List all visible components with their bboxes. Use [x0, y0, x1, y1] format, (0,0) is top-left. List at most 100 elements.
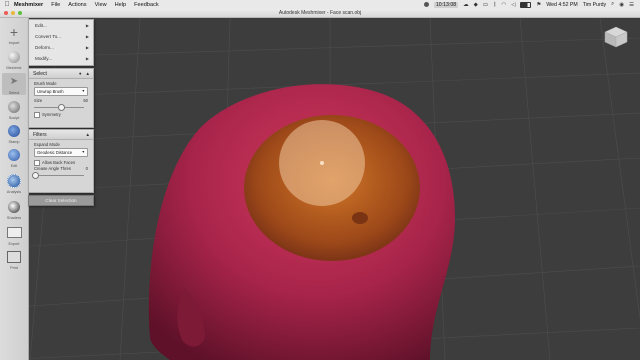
- tool-select[interactable]: ➤ Select: [2, 73, 26, 95]
- tool-shaders[interactable]: Shaders: [2, 198, 26, 220]
- symmetry-checkbox[interactable]: Symmetry: [29, 111, 93, 118]
- tool-export[interactable]: Export: [2, 224, 26, 246]
- 3d-viewport[interactable]: [0, 18, 640, 360]
- sphere-icon: [6, 48, 23, 65]
- tool-sidebar: + Import Meshmix ➤ Select Sculpt Stamp E…: [0, 18, 29, 360]
- symmetry-checkbox-box[interactable]: [34, 111, 40, 118]
- tool-edit[interactable]: Edit: [2, 146, 26, 168]
- menu-file[interactable]: File: [51, 2, 60, 8]
- datetime[interactable]: Wed 4:52 PM: [546, 2, 577, 8]
- scene-svg[interactable]: [0, 18, 640, 360]
- allow-back-faces-checkbox[interactable]: Allow Back Faces: [29, 159, 93, 166]
- filters-panel-title: Filters: [33, 131, 47, 138]
- tool-stamp-label: Stamp: [8, 140, 20, 144]
- tool-edit-label: Edit: [10, 164, 18, 168]
- tool-stamp[interactable]: Stamp: [2, 122, 26, 144]
- tool-select-label: Select: [8, 91, 20, 95]
- tool-analysis[interactable]: Analysis: [2, 172, 26, 194]
- brush-mode-value: Unwrap Brush: [37, 89, 64, 94]
- crease-angle-knob[interactable]: [32, 172, 40, 179]
- airplay-icon[interactable]: ▭: [483, 2, 488, 8]
- stamp-icon: [6, 122, 23, 139]
- export-icon: [6, 224, 23, 241]
- siri-icon[interactable]: ◉: [619, 2, 624, 8]
- menu-item-edit-label: Edit...: [35, 23, 47, 28]
- menu-feedback[interactable]: Feedback: [134, 2, 159, 8]
- tool-analysis-label: Analysis: [6, 190, 22, 194]
- menu-item-modify[interactable]: Modify... ▶: [29, 53, 93, 64]
- size-slider[interactable]: [34, 103, 88, 111]
- brush-mode-select[interactable]: Unwrap Brush ▼: [34, 87, 88, 96]
- wifi-icon[interactable]: ◠: [501, 2, 506, 8]
- tool-meshmix[interactable]: Meshmix: [2, 48, 26, 70]
- panel-options-icon[interactable]: ●: [79, 71, 82, 76]
- edit-dropdown-menu: Edit... ▶ Convert To... ▶ Deform... ▶ Modif…: [28, 19, 94, 66]
- volume-icon[interactable]: ◁: [511, 2, 515, 8]
- menu-item-edit[interactable]: Edit... ▶: [29, 20, 93, 31]
- tool-sculpt[interactable]: Sculpt: [2, 98, 26, 120]
- select-panel: Select ● ▲ Brush Mode Unwrap Brush ▼ Size…: [28, 68, 94, 128]
- menu-item-modify-label: Modify...: [35, 56, 53, 61]
- brush-icon: [6, 98, 23, 115]
- tool-import-label: Import: [8, 41, 20, 45]
- view-cube[interactable]: [604, 26, 628, 50]
- window-title: Autodesk Meshmixer - Face scan.obj: [278, 10, 362, 16]
- filters-panel-header[interactable]: Filters ▲: [29, 130, 93, 140]
- flag-icon[interactable]: ⚑: [536, 2, 541, 8]
- analysis-icon: [6, 172, 23, 189]
- arrow-select-icon: ➤: [9, 76, 19, 87]
- menu-actions[interactable]: Actions: [68, 2, 86, 8]
- app-menu-meshmixer[interactable]: Meshmixer: [14, 2, 43, 8]
- bluetooth-icon[interactable]: ᛒ: [493, 2, 496, 8]
- select-panel-header[interactable]: Select ● ▲: [29, 69, 93, 79]
- symmetry-label: Symmetry: [42, 112, 61, 117]
- allow-back-faces-label: Allow Back Faces: [42, 160, 76, 165]
- status-area: 10:13:08 ☁ ◆ ▭ ᛒ ◠ ◁ ⚑ Wed 4:52 PM Tim P…: [423, 0, 634, 9]
- edit-icon: [6, 146, 23, 163]
- dropbox-icon[interactable]: ◆: [474, 2, 478, 8]
- apple-icon[interactable]: : [0, 1, 14, 8]
- size-slider-knob[interactable]: [58, 104, 65, 111]
- expand-mode-label: Expand Mode: [34, 142, 60, 147]
- tool-shaders-label: Shaders: [6, 216, 22, 220]
- menu-help[interactable]: Help: [115, 2, 127, 8]
- chevron-down-icon: ▼: [81, 150, 85, 154]
- cloud-icon[interactable]: ☁: [463, 2, 469, 8]
- tool-print[interactable]: Print: [2, 248, 26, 270]
- collapse-icon[interactable]: ▲: [86, 71, 90, 76]
- menu-item-deform[interactable]: Deform... ▶: [29, 42, 93, 53]
- crease-angle-track: [34, 175, 84, 176]
- notification-list-icon[interactable]: ☰: [629, 2, 634, 8]
- user-name[interactable]: Tim Purdy: [583, 2, 606, 8]
- plus-icon: +: [9, 23, 19, 40]
- crease-angle-slider[interactable]: [32, 171, 88, 179]
- expand-mode-value: Geodesic Distance: [37, 150, 73, 155]
- mac-menubar:  Meshmixer File Actions View Help Feedb…: [0, 0, 640, 9]
- select-panel-title: Select: [33, 70, 47, 77]
- window-titlebar: Autodesk Meshmixer - Face scan.obj: [0, 9, 640, 18]
- submenu-arrow-icon: ▶: [85, 23, 89, 28]
- tool-print-label: Print: [10, 266, 18, 270]
- submenu-arrow-icon: ▶: [85, 34, 89, 39]
- menu-item-convert-label: Convert To...: [35, 34, 61, 39]
- allow-back-faces-box[interactable]: [34, 159, 40, 166]
- chevron-down-icon: ▼: [81, 89, 85, 93]
- tool-import[interactable]: + Import: [2, 23, 26, 46]
- filters-panel: Filters ▲ Expand Mode Geodesic Distance …: [28, 129, 94, 193]
- recording-icon[interactable]: [423, 2, 429, 7]
- tool-sculpt-label: Sculpt: [8, 116, 20, 120]
- submenu-arrow-icon: ▶: [85, 45, 89, 50]
- menu-item-convert-to[interactable]: Convert To... ▶: [29, 31, 93, 42]
- expand-mode-select[interactable]: Geodesic Distance ▼: [34, 148, 88, 157]
- submenu-arrow-icon: ▶: [85, 56, 89, 61]
- brush-center-mark: [320, 161, 324, 165]
- collapse-icon[interactable]: ▲: [86, 132, 90, 137]
- clock-readout: 10:13:08: [433, 1, 459, 8]
- nose-bump: [352, 212, 368, 224]
- search-icon[interactable]: ⌕: [611, 1, 614, 8]
- battery-icon[interactable]: [520, 1, 532, 8]
- clear-selection-button[interactable]: Clear Selection: [28, 195, 94, 206]
- shader-icon: [6, 198, 23, 215]
- print-icon: [6, 248, 23, 265]
- menu-view[interactable]: View: [95, 2, 107, 8]
